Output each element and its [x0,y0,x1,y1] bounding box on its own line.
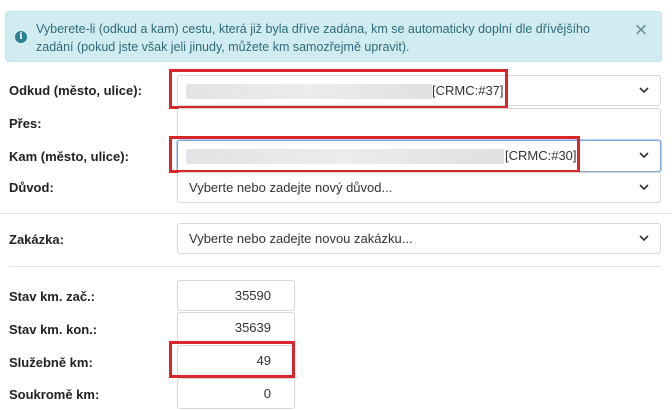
divider [9,266,660,267]
close-icon[interactable]: × [631,19,651,41]
alert-text: Vyberete-li (odkud a kam) cestu, která j… [36,22,590,54]
zakazka-label: Zakázka: [9,232,64,247]
duvod-placeholder: Vyberte nebo zadejte nový důvod... [189,180,393,195]
stav-zac-label: Stav km. zač.: [9,289,95,304]
duvod-select[interactable]: Vyberte nebo zadejte nový důvod... [177,172,661,203]
stav-zac-value: 35590 [234,288,271,303]
chevron-down-icon[interactable] [638,232,650,244]
kam-label: Kam (město, ulice): [9,149,129,164]
pres-label: Přes: [9,116,42,131]
zakazka-placeholder: Vyberte nebo zadejte novou zakázku... [189,231,413,246]
soukrome-label: Soukromě km: [9,387,100,402]
chevron-down-icon[interactable] [638,181,650,193]
odkud-label: Odkud (město, ulice): [9,83,142,98]
soukrome-value: 0 [263,386,271,401]
highlight-odkud [169,69,508,109]
highlight-kam [169,136,580,173]
stav-kon-input[interactable]: 35639 [177,312,295,343]
info-alert: i Vyberete-li (odkud a kam) cestu, která… [5,11,662,62]
chevron-down-icon[interactable] [638,84,650,96]
highlight-sluzebne [169,341,295,378]
soukrome-input[interactable]: 0 [177,378,295,409]
info-icon: i [15,31,27,43]
stav-kon-value: 35639 [234,320,271,335]
divider [0,213,672,214]
zakazka-select[interactable]: Vyberte nebo zadejte novou zakázku... [177,223,661,254]
pres-input[interactable] [177,108,661,138]
duvod-label: Důvod: [9,180,54,195]
stav-kon-label: Stav km. kon.: [9,322,98,337]
chevron-down-icon[interactable] [638,149,650,161]
stav-zac-input[interactable]: 35590 [177,280,295,311]
sluzebne-label: Služebně km: [9,355,93,370]
